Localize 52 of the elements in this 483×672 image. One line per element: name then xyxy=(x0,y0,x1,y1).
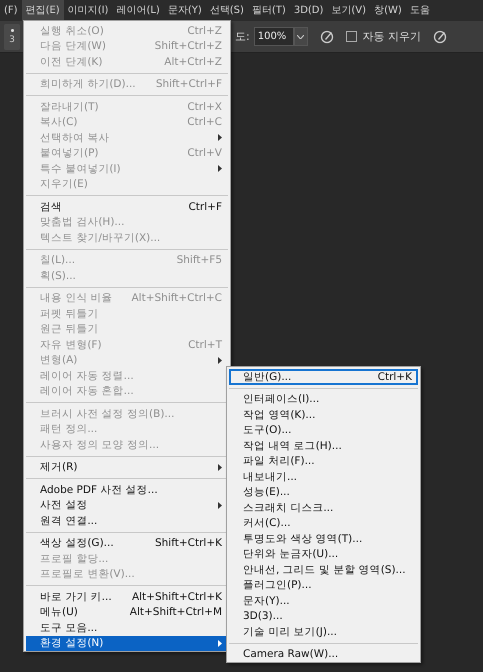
submenu-arrow-icon xyxy=(218,640,222,647)
menu-item[interactable]: 메뉴(U) Alt+Shift+Ctrl+M xyxy=(26,604,228,620)
menu-bar-item[interactable]: (F) xyxy=(0,0,22,21)
menu-item[interactable]: 내보내기... xyxy=(229,469,418,484)
menu-bar-item[interactable]: 창(W) xyxy=(370,0,406,21)
menu-item[interactable]: Adobe PDF 사전 설정... xyxy=(26,482,228,498)
menu-item[interactable]: 커서(C)... xyxy=(229,516,418,531)
menu-item[interactable]: 플러그인(P)... xyxy=(229,578,418,593)
menu-item[interactable]: 스크래치 디스크... xyxy=(229,500,418,516)
submenu-arrow-icon xyxy=(218,356,222,364)
menu-bar-item[interactable]: 3D(D) xyxy=(290,0,328,21)
menu-item[interactable]: 작업 내역 로그(H)... xyxy=(229,438,418,454)
menu-bar-item[interactable]: 이미지(I) xyxy=(64,0,112,21)
menu-item[interactable]: 도구 모음... xyxy=(26,620,228,636)
menu-item[interactable]: 투명도와 색상 영역(T)... xyxy=(229,531,418,546)
opacity-label: 도: xyxy=(235,29,250,44)
caret-icon xyxy=(297,34,304,38)
menu-item[interactable]: 환경 설정(N) xyxy=(26,636,228,651)
submenu-arrow-icon xyxy=(218,165,222,172)
menu-item[interactable]: 작업 영역(K)... xyxy=(229,407,418,422)
menu-item[interactable]: 3D(3)... xyxy=(229,608,418,624)
menu-item[interactable]: 제거(R) xyxy=(26,460,228,475)
menu-item[interactable]: 안내선, 그리드 및 분할 영역(S)... xyxy=(229,562,418,578)
menu-item[interactable]: 기술 미리 보기(J)... xyxy=(229,624,418,640)
menu-bar-item[interactable]: 문자(Y) xyxy=(164,0,206,21)
menu-bar-item[interactable]: 필터(T) xyxy=(248,0,290,21)
dropdown-button[interactable] xyxy=(294,27,308,46)
menu-item[interactable]: 검색 Ctrl+F xyxy=(26,199,228,214)
menu-item[interactable]: 색상 설정(G)... Shift+Ctrl+K xyxy=(26,536,228,551)
menu-bar-item[interactable]: 편집(E) xyxy=(22,0,64,21)
menu-item[interactable]: 일반(G)... Ctrl+K xyxy=(229,369,418,384)
auto-erase-label: 자동 지우기 xyxy=(362,29,422,44)
menu-bar-item[interactable]: 보기(V) xyxy=(327,0,370,21)
menu-item[interactable]: Camera Raw(W)... xyxy=(229,646,418,662)
menu-bar-item[interactable]: 레이어(L) xyxy=(112,0,164,21)
submenu-arrow-icon xyxy=(218,134,222,142)
opacity-field[interactable]: 100% xyxy=(254,27,294,46)
menu-item[interactable]: 사전 설정 xyxy=(26,498,228,513)
menu-item[interactable]: 문자(Y)... xyxy=(229,593,418,608)
submenu-arrow-icon xyxy=(218,502,222,509)
menu-bar-item[interactable]: 선택(S) xyxy=(206,0,248,21)
menu-item[interactable]: 원격 연결... xyxy=(26,513,228,528)
tool-preset-picker[interactable]: 3 xyxy=(4,24,20,50)
menu-item[interactable]: 단위와 눈금자(U)... xyxy=(229,546,418,562)
menu-item[interactable]: 도구(O)... xyxy=(229,422,418,438)
menu-item[interactable]: 파일 처리(F)... xyxy=(229,454,418,469)
auto-erase-checkbox[interactable] xyxy=(346,31,357,42)
menu-bar-item[interactable]: 도움 xyxy=(406,0,434,21)
menu-item[interactable]: 인터페이스(I)... xyxy=(229,392,418,407)
submenu-arrow-icon xyxy=(218,464,222,471)
menu-item[interactable]: 성능(E)... xyxy=(229,484,418,500)
menu-item[interactable]: 바로 가기 키... Alt+Shift+Ctrl+K xyxy=(26,589,228,604)
